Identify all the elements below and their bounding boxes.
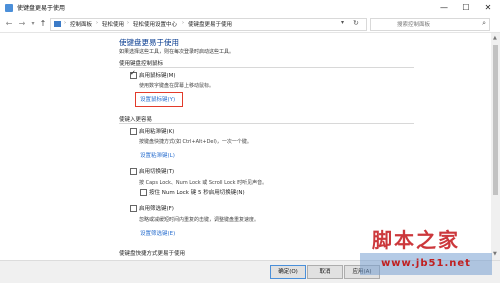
sticky-keys-checkbox[interactable] [130, 128, 137, 135]
vertical-scrollbar[interactable]: ▲ ▼ [491, 33, 500, 260]
watermark-url: www.jb51.net [360, 253, 492, 275]
divider [119, 67, 414, 68]
search-input[interactable]: 搜索控制面板 ⌕ [370, 18, 490, 31]
close-button[interactable]: ✕ [477, 0, 499, 16]
section-header-mouse: 使用键盘控制鼠标 [119, 61, 164, 67]
app-icon [5, 4, 13, 12]
scrollbar-thumb[interactable] [493, 45, 498, 195]
toggle-keys-hold-label[interactable]: 按住 Num Lock 键 5 秒启用切换键(N) [149, 188, 245, 196]
toggle-keys-hold-checkbox[interactable] [140, 189, 147, 196]
mouse-keys-description: 使用数字键盘在屏幕上移动鼠标。 [139, 83, 215, 89]
recent-locations-chevron-icon[interactable]: ▾ [28, 18, 38, 29]
setup-filter-keys-link[interactable]: 设置筛选键(E) [140, 229, 175, 237]
back-arrow-icon[interactable]: ← [4, 18, 14, 29]
maximize-button[interactable]: ☐ [455, 0, 477, 16]
highlight-box [135, 92, 183, 107]
cancel-button[interactable]: 取消 [307, 265, 343, 279]
divider [119, 123, 414, 124]
mouse-keys-label[interactable]: 启用鼠标键(M) [139, 71, 176, 79]
toggle-keys-label[interactable]: 启用切换键(T) [139, 167, 174, 175]
sticky-keys-label[interactable]: 启用粘滞键(K) [139, 127, 174, 135]
breadcrumb-item[interactable]: 控制面板 [70, 20, 92, 28]
forward-arrow-icon[interactable]: → [17, 18, 27, 29]
minimize-button[interactable]: — [433, 0, 455, 16]
section-header-typing: 使键入更容易 [119, 117, 153, 123]
breadcrumb-item[interactable]: 轻松使用 [102, 20, 124, 28]
up-arrow-icon[interactable]: ↑ [38, 18, 48, 29]
setup-sticky-keys-link[interactable]: 设置粘滞键(L) [140, 151, 175, 159]
page-title: 使键盘更易于使用 [119, 38, 179, 47]
filter-keys-description: 忽略或减缓短时间内重复的击键，调整键盘重复速度。 [139, 217, 260, 223]
control-panel-window: 使键盘更易于使用 — ☐ ✕ ← → ▾ ↑ › 控制面板 › 轻松使用 › 轻… [0, 0, 500, 283]
breadcrumb-item[interactable]: 轻松使用设置中心 [133, 20, 177, 28]
filter-keys-label[interactable]: 启用筛选键(F) [139, 204, 174, 212]
breadcrumb[interactable]: › 控制面板 › 轻松使用 › 轻松使用设置中心 › 使键盘更易于使用 ▾ ↻ [50, 18, 367, 31]
filter-keys-checkbox[interactable] [130, 205, 137, 212]
scroll-up-icon[interactable]: ▲ [493, 35, 497, 41]
breadcrumb-item[interactable]: 使键盘更易于使用 [188, 20, 232, 28]
sticky-keys-description: 按键盘快捷方式(如 Ctrl+Alt+Del)，一次一个键。 [139, 139, 252, 145]
toggle-keys-checkbox[interactable] [130, 168, 137, 175]
toggle-keys-description: 按 Caps Lock、Num Lock 或 Scroll Lock 时听见声音… [139, 180, 268, 186]
address-dropdown-icon[interactable]: ▾ [341, 19, 344, 26]
control-panel-icon [54, 21, 61, 27]
watermark-logo: 脚本之家 [372, 228, 460, 252]
mouse-keys-checkbox[interactable] [130, 69, 137, 79]
scroll-down-icon[interactable]: ▼ [493, 251, 497, 257]
refresh-icon[interactable]: ↻ [353, 19, 359, 27]
ok-button[interactable]: 确定(O) [270, 265, 306, 279]
search-icon: ⌕ [482, 19, 486, 27]
page-subtitle: 如果选择这些工具，则在每次登录时启动这些工具。 [119, 49, 235, 55]
window-title: 使键盘更易于使用 [17, 5, 66, 12]
title-bar: 使键盘更易于使用 — ☐ ✕ [0, 0, 500, 16]
section-header-shortcuts: 使键盘快捷方式更易于使用 [119, 251, 186, 257]
address-bar: ← → ▾ ↑ › 控制面板 › 轻松使用 › 轻松使用设置中心 › 使键盘更易… [0, 16, 500, 33]
